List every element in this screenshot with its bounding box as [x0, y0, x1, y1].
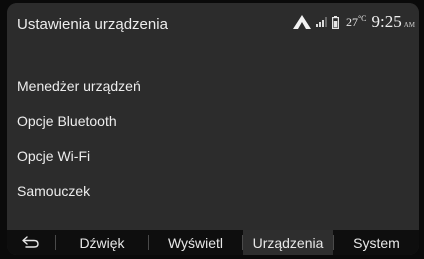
settings-menu: Menedżer urządzeń Opcje Bluetooth Opcje … [7, 69, 419, 209]
status-area: 27°C 9:25 AM [292, 11, 415, 33]
back-button[interactable] [7, 230, 55, 255]
tab-sound[interactable]: Dźwięk [56, 230, 148, 255]
bottom-tab-bar: Dźwięk Wyświetl Urządzenia System [7, 230, 419, 255]
clock: 9:25 AM [371, 12, 415, 32]
signal-icon [315, 17, 327, 27]
settings-screen: Ustawienia urządzenia 27°C 9:25 AM Mened… [7, 3, 419, 255]
menu-item-device-manager[interactable]: Menedżer urządzeń [7, 69, 419, 104]
tab-devices[interactable]: Urządzenia [243, 230, 333, 255]
temperature-readout: 27°C [346, 14, 367, 30]
clock-ampm: AM [403, 21, 415, 29]
header-bar: Ustawienia urządzenia 27°C 9:25 AM [7, 3, 419, 43]
temperature-value: 27 [345, 15, 358, 29]
page-title: Ustawienia urządzenia [17, 16, 168, 33]
android-auto-icon [292, 15, 311, 29]
menu-item-tutorial[interactable]: Samouczek [7, 174, 419, 209]
battery-icon [331, 15, 339, 29]
device-bezel: Ustawienia urządzenia 27°C 9:25 AM Mened… [0, 0, 424, 259]
menu-item-bluetooth-options[interactable]: Opcje Bluetooth [7, 104, 419, 139]
tab-system[interactable]: System [334, 230, 419, 255]
back-arrow-icon [22, 235, 40, 251]
temperature-unit: °C [357, 14, 367, 23]
menu-item-wifi-options[interactable]: Opcje Wi-Fi [7, 139, 419, 174]
clock-time: 9:25 [371, 12, 402, 31]
tab-display[interactable]: Wyświetl [149, 230, 242, 255]
